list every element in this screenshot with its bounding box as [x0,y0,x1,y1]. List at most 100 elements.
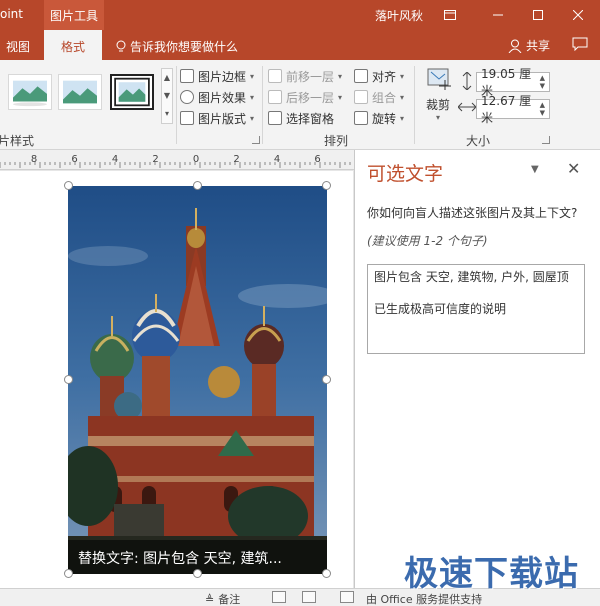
dialog-launcher-icon[interactable] [252,136,260,144]
picture-layout-label: 图片版式 [198,111,247,126]
group-label: 组合 [372,90,397,105]
dropdown-arrow-icon: ▾ [338,92,343,102]
spin-arrows-icon[interactable]: ▲ ▼ [540,101,545,117]
resize-handle[interactable] [322,181,331,190]
share-button[interactable]: 共享 [508,37,550,54]
divider [176,66,177,144]
dropdown-arrow-icon: ▾ [250,71,255,81]
tell-me-label: 告诉我你想要做什么 [130,40,239,54]
notes-icon: ≜ [205,592,215,606]
group-button[interactable]: 组合 ▾ [354,87,404,107]
picture-style-thumb-2[interactable] [58,74,102,110]
picture-layout-button[interactable]: 图片版式 ▾ [180,108,254,128]
slide-sorter-icon[interactable] [302,591,316,603]
rotate-label: 旋转 [372,111,397,126]
slide[interactable]: 替换文字: 图片包含 天空, 建筑... [0,171,353,588]
resize-handle[interactable] [322,375,331,384]
send-backward-button[interactable]: 后移一层 ▾ [268,87,342,107]
bring-forward-icon [268,69,282,83]
picture-border-button[interactable]: 图片边框 ▾ [180,66,254,86]
divider [262,66,263,144]
group-label-arrange: 排列 [324,134,349,148]
height-input[interactable]: 19.05 厘米 ▲ ▼ [476,67,550,98]
picture-effects-button[interactable]: 图片效果 ▾ [180,87,254,107]
group-icon [354,90,368,104]
reading-view-icon[interactable] [340,591,354,603]
selection-pane-button[interactable]: 选择窗格 [268,108,334,128]
tab-view[interactable]: 视图 [6,38,30,55]
ruler-label: 6 [314,154,320,165]
group-label-picture-styles: 图片样式 [0,134,35,148]
picture-effects-icon [180,90,194,104]
selection-pane-icon [268,111,282,125]
pane-question: 你如何向盲人描述这张图片及其上下文? [367,206,578,220]
cathedral-photo[interactable]: 替换文字: 图片包含 天空, 建筑... [68,186,327,574]
bring-forward-button[interactable]: 前移一层 ▾ [268,66,342,86]
close-window-icon[interactable] [558,0,598,30]
dropdown-arrow-icon: ▾ [250,113,255,123]
send-backward-label: 后移一层 [286,90,335,105]
ribbon-display-options-icon[interactable] [430,0,470,30]
ruler-label: 6 [71,154,77,165]
crop-label: 裁剪 [425,98,450,112]
user-name[interactable]: 落叶风秋 [375,7,423,24]
ribbon: ▲ ▼ ▾ 图片边框 ▾ 图片效果 ▾ 图片版式 ▾ 前移一层 ▾ 后移一层 ▾ 选… [0,60,600,150]
dialog-launcher-icon[interactable] [542,136,550,144]
resize-handle[interactable] [193,181,202,190]
divider [414,66,415,144]
send-backward-icon [268,90,282,104]
notes-label: 备注 [218,593,241,606]
width-input[interactable]: 12.67 厘米 ▲ ▼ [476,94,550,125]
align-button[interactable]: 对齐 ▾ [354,66,404,86]
ruler-label: 4 [112,154,118,165]
title-bar: oint 图片工具 落叶风秋 [0,0,600,30]
comments-icon[interactable] [572,37,588,54]
resize-handle[interactable] [322,569,331,578]
tell-me-search[interactable]: 告诉我你想要做什么 [116,38,238,55]
alt-text-pane: 可选文字 ▼ ✕ 你如何向盲人描述这张图片及其上下文? (建议使用 1-2 个句… [354,150,600,588]
normal-view-icon[interactable] [272,591,286,603]
alt-text-textarea[interactable]: 图片包含 天空, 建筑物, 户外, 圆屋顶 已生成极高可信度的说明 [367,264,585,354]
resize-handle[interactable] [64,569,73,578]
ruler-label: 0 [193,154,199,165]
notes-button[interactable]: ≜ 备注 [205,591,240,606]
ruler-label: 8 [31,154,37,165]
app-name: oint [0,7,23,21]
dropdown-arrow-icon: ▾ [338,71,343,81]
picture-tools-context-tab: 图片工具 [44,0,104,30]
picture-border-label: 图片边框 [198,69,247,84]
rotate-button[interactable]: 旋转 ▾ [354,108,404,128]
align-icon [354,69,368,83]
horizontal-ruler: 8 6 4 2 0 2 4 6 [0,150,355,170]
alt-text-confidence: 已生成极高可信度的说明 [374,302,507,316]
picture-style-thumb-1[interactable] [8,74,52,110]
ruler-label: 2 [152,154,158,165]
picture-style-thumb-3[interactable] [110,74,154,110]
picture-layout-icon [180,111,194,125]
minimize-icon[interactable] [478,0,518,30]
slide-canvas[interactable]: 替换文字: 图片包含 天空, 建筑... [0,171,353,588]
spin-arrows-icon[interactable]: ▲ ▼ [540,74,545,90]
ruler-label: 4 [274,154,280,165]
pane-title: 可选文字 [367,163,444,185]
pane-options-icon[interactable]: ▼ [531,164,539,175]
picture-effects-label: 图片效果 [198,90,247,105]
dropdown-arrow-icon: ▾ [400,71,405,81]
tab-format[interactable]: 格式 [44,30,102,60]
selection-pane-label: 选择窗格 [286,111,335,126]
maximize-icon[interactable] [518,0,558,30]
resize-handle[interactable] [64,181,73,190]
dropdown-arrow-icon: ▾ [400,113,405,123]
rotate-icon [354,111,368,125]
width-value: 12.67 厘米 [481,94,532,125]
share-label: 共享 [526,39,551,53]
crop-button[interactable]: 裁剪 ▾ [420,66,456,128]
resize-handle[interactable] [64,375,73,384]
picture-border-icon [180,69,194,83]
resize-handle[interactable] [193,569,202,578]
lightbulb-icon [116,40,126,52]
crop-icon [427,68,451,90]
pane-hint: (建议使用 1-2 个句子) [367,234,488,248]
gallery-scroll[interactable]: ▲ ▼ ▾ [161,68,173,124]
pane-close-icon[interactable]: ✕ [567,159,580,178]
